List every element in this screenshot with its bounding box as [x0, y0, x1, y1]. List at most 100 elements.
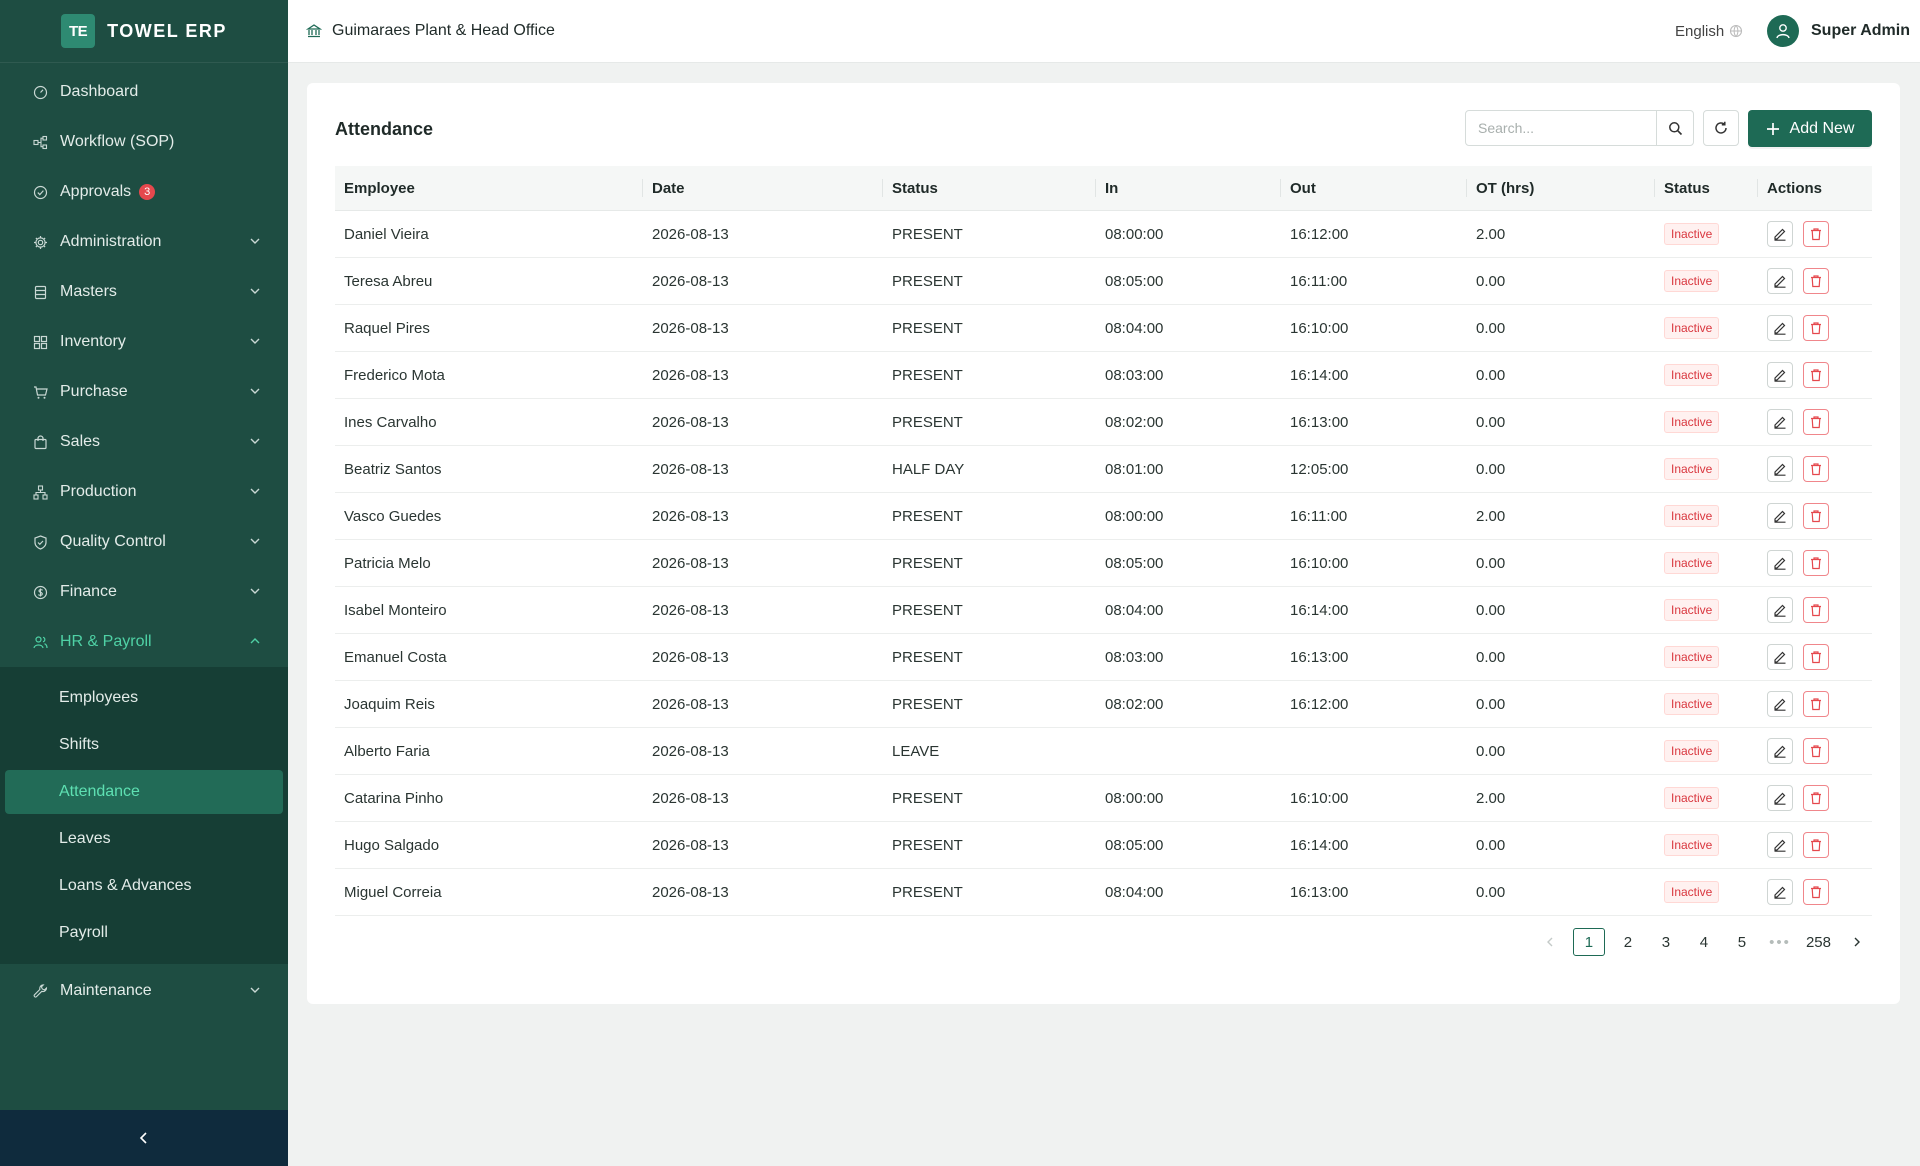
edit-button[interactable]: [1767, 362, 1793, 388]
delete-button[interactable]: [1803, 550, 1829, 576]
edit-button[interactable]: [1767, 785, 1793, 811]
edit-button[interactable]: [1767, 597, 1793, 623]
sidebar-subitem-shifts[interactable]: Shifts: [5, 723, 283, 767]
delete-button[interactable]: [1803, 221, 1829, 247]
sidebar-item-production[interactable]: Production: [0, 467, 288, 517]
cell-actions: [1758, 587, 1872, 633]
search-button[interactable]: [1656, 110, 1694, 146]
column-header-date[interactable]: Date: [643, 166, 883, 210]
table-row[interactable]: Daniel Vieira 2026-08-13 PRESENT 08:00:00 16…: [335, 211, 1872, 258]
delete-button[interactable]: [1803, 503, 1829, 529]
table-row[interactable]: Beatriz Santos 2026-08-13 HALF DAY 08:01:00…: [335, 446, 1872, 493]
sidebar-item-sales[interactable]: Sales: [0, 417, 288, 467]
edit-button[interactable]: [1767, 644, 1793, 670]
edit-button[interactable]: [1767, 832, 1793, 858]
delete-button[interactable]: [1803, 456, 1829, 482]
column-header-ot[interactable]: OT (hrs): [1467, 166, 1655, 210]
page-4-button[interactable]: 4: [1689, 929, 1719, 955]
delete-button[interactable]: [1803, 597, 1829, 623]
sidebar-subitem-employees[interactable]: Employees: [5, 676, 283, 720]
prev-page-button[interactable]: [1535, 929, 1565, 955]
brand[interactable]: TE TOWEL ERP: [0, 0, 288, 63]
page-5-button[interactable]: 5: [1727, 929, 1757, 955]
table-row[interactable]: Joaquim Reis 2026-08-13 PRESENT 08:02:00 16:…: [335, 681, 1872, 728]
edit-button[interactable]: [1767, 456, 1793, 482]
table-row[interactable]: Frederico Mota 2026-08-13 PRESENT 08:03:00 1…: [335, 352, 1872, 399]
page-1-button[interactable]: 1: [1572, 928, 1605, 956]
edit-button[interactable]: [1767, 268, 1793, 294]
sidebar-subitem-attendance[interactable]: Attendance: [5, 770, 283, 814]
edit-button[interactable]: [1767, 315, 1793, 341]
delete-button[interactable]: [1803, 691, 1829, 717]
edit-button[interactable]: [1767, 503, 1793, 529]
page-ellipsis[interactable]: •••: [1765, 929, 1795, 955]
delete-button[interactable]: [1803, 362, 1829, 388]
edit-button[interactable]: [1767, 738, 1793, 764]
sidebar-item-purchase[interactable]: Purchase: [0, 367, 288, 417]
sidebar-item-dashboard[interactable]: Dashboard: [0, 67, 288, 117]
sidebar-item-hr-and-payroll[interactable]: HR & Payroll: [0, 617, 288, 667]
column-header-in[interactable]: In: [1096, 166, 1281, 210]
page-2-button[interactable]: 2: [1613, 929, 1643, 955]
user-menu[interactable]: Super Admin: [1767, 0, 1910, 62]
edit-button[interactable]: [1767, 691, 1793, 717]
sidebar-item-maintenance[interactable]: Maintenance: [0, 966, 288, 1016]
delete-button[interactable]: [1803, 644, 1829, 670]
chevron-down-icon: [250, 987, 260, 993]
sidebar-item-approvals[interactable]: Approvals 3: [0, 167, 288, 217]
sidebar-subitem-loans-and-advances[interactable]: Loans & Advances: [5, 864, 283, 908]
sidebar-subitem-payroll[interactable]: Payroll: [5, 911, 283, 955]
cell-employee: Joaquim Reis: [344, 695, 435, 713]
sidebar-item-finance[interactable]: Finance: [0, 567, 288, 617]
sidebar-nav: Dashboard Workflow (SOP) Approvals 3 Adminis…: [0, 63, 288, 1016]
search-input[interactable]: Search...: [1465, 110, 1657, 146]
cell-employee: Isabel Monteiro: [344, 601, 447, 619]
edit-button[interactable]: [1767, 221, 1793, 247]
sidebar-item-masters[interactable]: Masters: [0, 267, 288, 317]
cell-record-status: Inactive: [1655, 352, 1758, 398]
cell-ot: 0.00: [1476, 883, 1506, 901]
column-header-out[interactable]: Out: [1281, 166, 1467, 210]
add-new-button[interactable]: Add New: [1748, 110, 1872, 147]
page-3-button[interactable]: 3: [1651, 929, 1681, 955]
sidebar-item-quality-control[interactable]: Quality Control: [0, 517, 288, 567]
page-last-button[interactable]: 258: [1803, 929, 1834, 955]
next-page-button[interactable]: [1842, 929, 1872, 955]
table-row[interactable]: Hugo Salgado 2026-08-13 PRESENT 08:05:00 16:…: [335, 822, 1872, 869]
edit-button[interactable]: [1767, 879, 1793, 905]
edit-button[interactable]: [1767, 409, 1793, 435]
delete-button[interactable]: [1803, 315, 1829, 341]
cell-ot: 0.00: [1476, 648, 1506, 666]
delete-button[interactable]: [1803, 785, 1829, 811]
table-row[interactable]: Teresa Abreu 2026-08-13 PRESENT 08:05:00 16:…: [335, 258, 1872, 305]
table-row[interactable]: Patricia Melo 2026-08-13 PRESENT 08:05:00 16…: [335, 540, 1872, 587]
table-row[interactable]: Isabel Monteiro 2026-08-13 PRESENT 08:04:00…: [335, 587, 1872, 634]
delete-button[interactable]: [1803, 409, 1829, 435]
delete-button[interactable]: [1803, 268, 1829, 294]
column-header-employee[interactable]: Employee: [335, 166, 643, 210]
sidebar-subitem-leaves[interactable]: Leaves: [5, 817, 283, 861]
table-row[interactable]: Catarina Pinho 2026-08-13 PRESENT 08:00:00 1…: [335, 775, 1872, 822]
refresh-button[interactable]: [1703, 110, 1739, 146]
table-row[interactable]: Ines Carvalho 2026-08-13 PRESENT 08:02:00 16…: [335, 399, 1872, 446]
delete-button[interactable]: [1803, 832, 1829, 858]
collapse-sidebar-button[interactable]: [0, 1110, 288, 1166]
table-row[interactable]: Miguel Correia 2026-08-13 PRESENT 08:04:00 1…: [335, 869, 1872, 916]
plant-selector[interactable]: Guimaraes Plant & Head Office: [306, 0, 555, 62]
table-row[interactable]: Emanuel Costa 2026-08-13 PRESENT 08:03:00 16…: [335, 634, 1872, 681]
language-selector[interactable]: English: [1675, 0, 1743, 62]
column-header-status[interactable]: Status: [883, 166, 1096, 210]
table-row[interactable]: Vasco Guedes 2026-08-13 PRESENT 08:00:00 16:…: [335, 493, 1872, 540]
column-header-record-status[interactable]: Status: [1655, 166, 1758, 210]
cell-out: 16:10:00: [1290, 554, 1349, 572]
edit-button[interactable]: [1767, 550, 1793, 576]
delete-button[interactable]: [1803, 879, 1829, 905]
table-row[interactable]: Raquel Pires 2026-08-13 PRESENT 08:04:00 16:…: [335, 305, 1872, 352]
sidebar-item-inventory[interactable]: Inventory: [0, 317, 288, 367]
status-badge: Inactive: [1664, 458, 1720, 480]
table-row[interactable]: Alberto Faria 2026-08-13 LEAVE 0.00 Inactive: [335, 728, 1872, 775]
delete-button[interactable]: [1803, 738, 1829, 764]
cell-employee: Frederico Mota: [344, 366, 445, 384]
sidebar-item-administration[interactable]: Administration: [0, 217, 288, 267]
sidebar-item-workflow-sop[interactable]: Workflow (SOP): [0, 117, 288, 167]
